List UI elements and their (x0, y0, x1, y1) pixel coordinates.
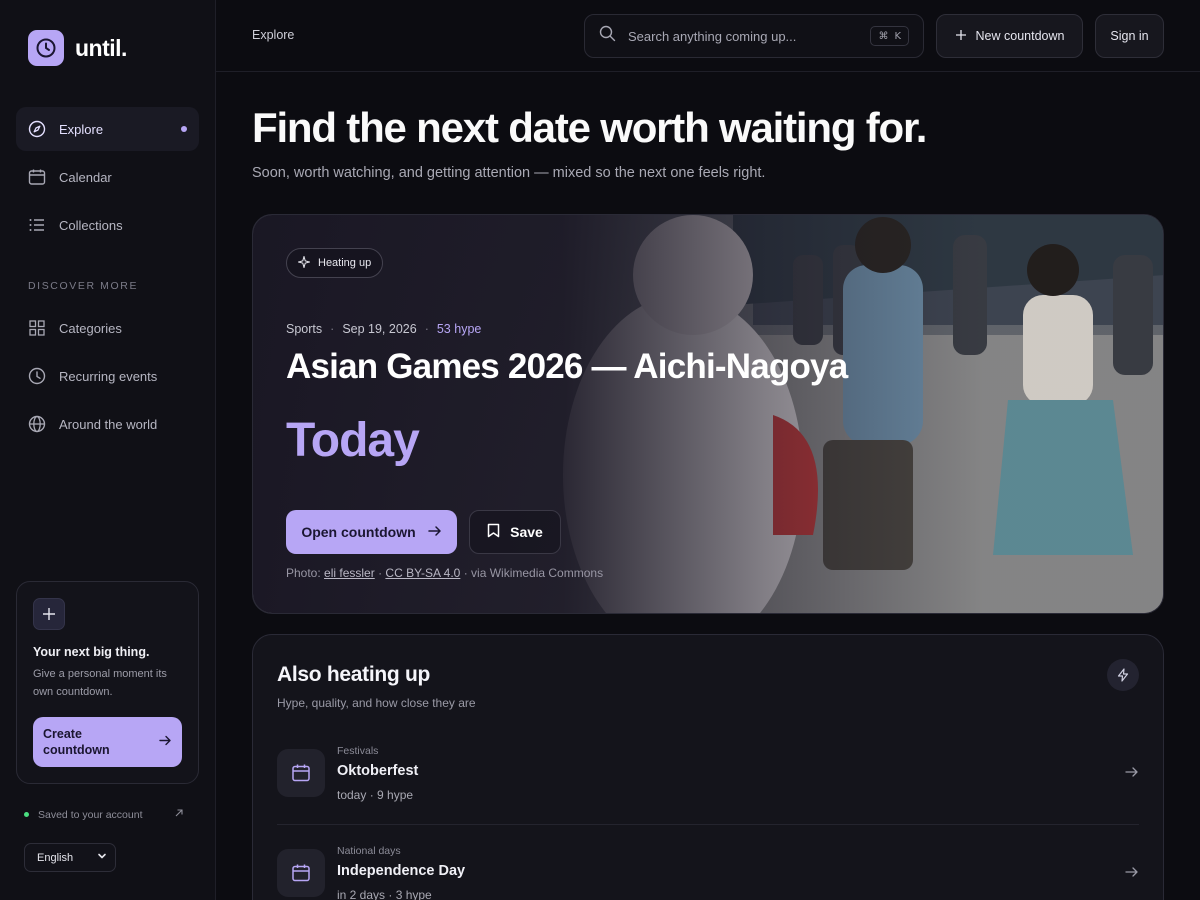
event-countdown: Today (286, 414, 420, 467)
arrow-right-icon (427, 524, 442, 541)
nav-label: Calendar (59, 169, 112, 185)
event-info: today · 9 hype (337, 788, 414, 802)
credit-prefix: Photo: (286, 566, 321, 580)
discover-section-label: DISCOVER MORE (28, 280, 139, 292)
event-category: National days (337, 845, 401, 857)
command-key: ⌘ (878, 30, 889, 42)
new-countdown-label: New countdown (975, 29, 1065, 43)
credit-separator: · (378, 566, 383, 580)
save-button[interactable]: Save (469, 510, 561, 554)
list-icon (28, 216, 46, 234)
featured-event-card[interactable]: Heating up Sports · Sep 19, 2026 · 53 hy… (252, 214, 1164, 614)
nav-label: Around the world (59, 416, 158, 432)
credit-author-link[interactable]: eli fessler (324, 566, 375, 580)
also-heating-up-panel: Also heating up Hype, quality, and how c… (252, 634, 1164, 900)
open-countdown-label: Open countdown (301, 524, 416, 540)
page-title: Find the next date worth waiting for. (252, 104, 927, 151)
event-date: Sep 19, 2026 (342, 322, 417, 336)
calendar-icon (277, 849, 325, 897)
arrow-right-icon (159, 734, 172, 751)
plus-icon (955, 29, 967, 44)
external-link-icon[interactable] (174, 808, 184, 821)
meta-separator: · (424, 322, 429, 336)
clock-icon (28, 367, 46, 385)
nav-label: Explore (59, 121, 104, 137)
panel-subtitle: Hype, quality, and how close they are (277, 696, 476, 710)
nav-label: Categories (59, 320, 122, 336)
create-countdown-promo: Your next big thing. Give a personal mom… (16, 581, 199, 784)
credit-license-link[interactable]: CC BY-SA 4.0 (385, 566, 460, 580)
chevron-down-icon (97, 851, 107, 864)
search-input[interactable]: Search anything coming up... ⌘ K (584, 14, 924, 58)
save-label: Save (510, 524, 543, 540)
language-select[interactable]: English (24, 843, 116, 872)
event-hype: 53 hype (436, 322, 482, 336)
calendar-icon (277, 749, 325, 797)
discover-nav: Categories Recurring events Around the w… (16, 306, 199, 450)
heating-up-badge: Heating up (286, 248, 384, 278)
clock-logo-icon (28, 30, 64, 66)
page-subtitle: Soon, worth watching, and getting attent… (252, 165, 766, 181)
new-countdown-button[interactable]: New countdown (936, 14, 1083, 58)
bookmark-icon (487, 523, 500, 541)
open-countdown-button[interactable]: Open countdown (286, 510, 457, 554)
grid-icon (28, 319, 46, 337)
event-meta: Sports · Sep 19, 2026 · 53 hype (286, 322, 481, 336)
search-placeholder: Search anything coming up... (628, 28, 797, 44)
main-nav: Explore Calendar Collections (16, 107, 199, 251)
sign-in-button[interactable]: Sign in (1095, 14, 1164, 58)
nav-item-categories[interactable]: Categories (16, 306, 199, 350)
sidebar: until. Explore Calendar Collections DISC… (0, 0, 216, 900)
calendar-icon (28, 168, 46, 186)
keyboard-shortcut-badge: ⌘ K (870, 26, 909, 46)
breadcrumb[interactable]: Explore (252, 28, 294, 42)
create-countdown-label: Create countdown (43, 727, 110, 757)
lightning-icon (1107, 659, 1139, 691)
photo-credit: Photo: eli fessler · CC BY-SA 4.0 · via … (286, 566, 603, 580)
meta-separator: · (330, 322, 335, 336)
event-name: Oktoberfest (337, 763, 419, 779)
arrow-right-icon (1125, 765, 1139, 784)
sign-in-label: Sign in (1110, 29, 1149, 43)
event-category: Festivals (337, 745, 379, 757)
badge-label: Heating up (318, 257, 372, 269)
sync-status-label: Saved to your account (38, 808, 143, 821)
event-category[interactable]: Sports (286, 322, 322, 336)
compass-icon (28, 120, 46, 138)
globe-icon (28, 415, 46, 433)
nav-item-explore[interactable]: Explore (16, 107, 199, 151)
nav-item-recurring-events[interactable]: Recurring events (16, 354, 199, 398)
active-indicator (181, 126, 187, 132)
credit-source: · via Wikimedia Commons (463, 566, 604, 580)
language-value: English (37, 851, 74, 864)
app-name: until. (75, 34, 127, 61)
promo-text: Give a personal moment its own countdown… (33, 668, 167, 698)
plus-icon (33, 598, 65, 630)
panel-title: Also heating up (277, 663, 431, 686)
sparkle-icon (296, 254, 312, 271)
nav-item-collections[interactable]: Collections (16, 203, 199, 247)
status-dot (24, 812, 29, 817)
nav-label: Recurring events (59, 368, 158, 384)
nav-label: Collections (59, 217, 123, 233)
app-logo[interactable]: until. (28, 30, 127, 66)
search-icon (599, 25, 616, 47)
list-item[interactable]: Festivals Oktoberfest today · 9 hype (277, 735, 1139, 825)
create-countdown-button[interactable]: Create countdown (33, 717, 182, 767)
event-info: in 2 days · 3 hype (337, 888, 432, 900)
list-item[interactable]: National days Independence Day in 2 days… (277, 835, 1139, 900)
topbar: Explore Search anything coming up... ⌘ K… (216, 0, 1200, 72)
nav-item-calendar[interactable]: Calendar (16, 155, 199, 199)
arrow-right-icon (1125, 865, 1139, 884)
k-key: K (894, 30, 901, 42)
sync-status: Saved to your account (24, 808, 184, 821)
event-name: Independence Day (337, 863, 466, 879)
promo-title: Your next big thing. (33, 645, 150, 659)
event-title[interactable]: Asian Games 2026 — Aichi-Nagoya (286, 347, 848, 387)
nav-item-around-the-world[interactable]: Around the world (16, 402, 199, 446)
